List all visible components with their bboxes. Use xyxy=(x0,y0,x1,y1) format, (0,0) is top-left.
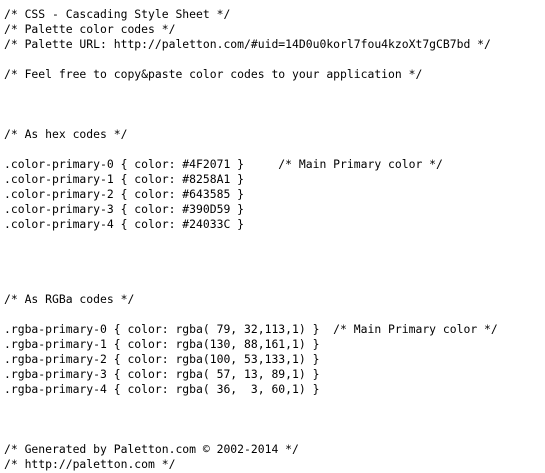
header-comment-palette-url: /* Palette URL: http://paletton.com/#uid… xyxy=(4,37,491,51)
css-palette-document: /* CSS - Cascading Style Sheet */ /* Pal… xyxy=(4,7,544,472)
rgba-section-title: /* As RGBa codes */ xyxy=(4,292,135,306)
hex-code-row: .color-primary-2 { color: #643585 } xyxy=(4,187,245,201)
rgba-code-row: .rgba-primary-0 { color: rgba( 79, 32,11… xyxy=(4,322,498,336)
rgba-code-row: .rgba-primary-1 { color: rgba(130, 88,16… xyxy=(4,337,320,351)
hex-code-row: .color-primary-4 { color: #24033C } xyxy=(4,217,245,231)
hex-code-row: .color-primary-1 { color: #8258A1 } xyxy=(4,172,245,186)
footer-comment-generated-by: /* Generated by Paletton.com © 2002-2014… xyxy=(4,442,299,456)
rgba-code-row: .rgba-primary-3 { color: rgba( 57, 13, 8… xyxy=(4,367,320,381)
footer-comment-url: /* http://paletton.com */ xyxy=(4,457,176,471)
hex-code-row: .color-primary-3 { color: #390D59 } xyxy=(4,202,245,216)
hex-section-title: /* As hex codes */ xyxy=(4,127,128,141)
header-comment-copy-note: /* Feel free to copy&paste color codes t… xyxy=(4,67,423,81)
header-comment-title: /* CSS - Cascading Style Sheet */ xyxy=(4,7,231,21)
rgba-code-row: .rgba-primary-2 { color: rgba(100, 53,13… xyxy=(4,352,320,366)
hex-code-row: .color-primary-0 { color: #4F2071 } /* M… xyxy=(4,157,443,171)
header-comment-subtitle: /* Palette color codes */ xyxy=(4,22,176,36)
rgba-code-row: .rgba-primary-4 { color: rgba( 36, 3, 60… xyxy=(4,382,320,396)
